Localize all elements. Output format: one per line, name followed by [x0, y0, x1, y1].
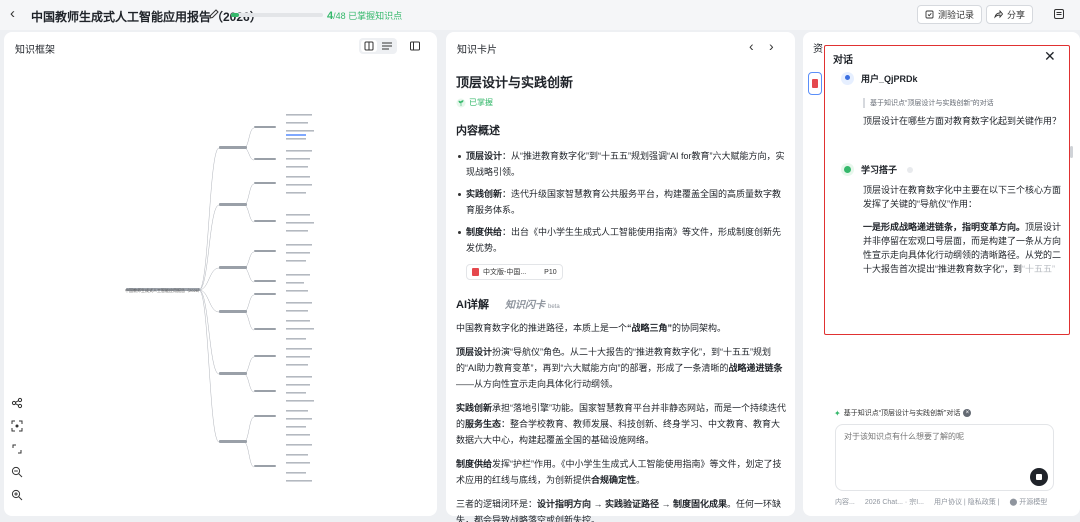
- list-item: 制度供给：出台《中小学生生成式人工智能使用指南》等文件，形成制度创新先发优势。: [458, 224, 786, 256]
- edit-icon[interactable]: [208, 8, 220, 20]
- next-card-icon[interactable]: ›: [769, 38, 774, 54]
- context-quote: 基于知识点“顶层设计与实践创新”的对话: [863, 98, 994, 108]
- bot-avatar: [841, 163, 854, 176]
- bot-name: 学习搭子: [861, 165, 898, 175]
- stop-generation-button[interactable]: [1030, 468, 1048, 486]
- chat-input-box: [835, 424, 1054, 491]
- panel-title: 知识框架: [15, 45, 55, 56]
- ai-paragraph: 实践创新承担“落地引擎”功能。国家智慧教育平台并非静态网站，而是一个持续迭代的服…: [456, 403, 787, 445]
- mastery-progress-text: 4/48 已掌握知识点: [327, 10, 403, 22]
- user-name: 用户_QjPRDk: [861, 74, 918, 84]
- chat-input[interactable]: [844, 432, 1024, 441]
- ai-paragraph: 中国教育数字化的推进路径，本质上是一个“战略三角”的协同架构。: [456, 323, 727, 333]
- mastery-progress-bar: [231, 13, 323, 17]
- close-icon[interactable]: ✕: [1044, 48, 1056, 65]
- tab-flash-cards[interactable]: 知识闪卡: [505, 296, 545, 311]
- list-item: 顶层设计：从“推进教育数字化”到“十五五”规划强调“AI for教育”六大赋能方…: [458, 148, 786, 180]
- view-mindmap-button[interactable]: [361, 40, 377, 52]
- github-link[interactable]: ⬤ 开源模型: [1009, 497, 1047, 507]
- sparkle-icon: ✦: [834, 408, 841, 418]
- card-title: 顶层设计与实践创新: [456, 75, 574, 90]
- chat-title: 对话: [833, 55, 853, 66]
- test-record-button[interactable]: 测验记录: [917, 5, 983, 24]
- card-content: 顶层设计与实践创新 已掌握 内容概述 顶层设计：从“推进教育数字化”到“十五五”…: [456, 68, 786, 522]
- knowledge-framework-panel: 知识框架 中国教师生成式人工智能应用报告（2026）: [4, 32, 437, 516]
- tab-ai-explain[interactable]: AI详解: [456, 296, 489, 312]
- source-reference-chip[interactable]: 中文版-中国... P10: [466, 264, 563, 280]
- prev-card-icon[interactable]: ‹: [749, 38, 754, 54]
- share-icon: [994, 10, 1003, 19]
- reset-view-icon[interactable]: [11, 443, 23, 455]
- document-title: 中国教师生成式人工智能应用报告（2026）: [31, 10, 262, 24]
- chat-dialog: 对话 ✕ 用户_QjPRDk 基于知识点“顶层设计与实践创新”的对话 顶层设计在…: [824, 45, 1070, 335]
- user-message-header: 用户_QjPRDk: [841, 72, 918, 85]
- panel-title: 资: [813, 44, 823, 55]
- mastery-progress-fill: [231, 13, 239, 17]
- back-arrow-icon[interactable]: ‹: [10, 6, 24, 21]
- top-bar: ‹ 中国教师生成式人工智能应用报告（2026） 4/48 已掌握知识点 测验记录…: [0, 0, 1080, 30]
- pdf-icon: [812, 79, 818, 88]
- ai-paragraph: 三者的逻辑闭环是：设计指明方向 → 实践验证路径 → 制度固化成果。任何一环缺失…: [456, 499, 782, 522]
- notes-icon[interactable]: [1053, 8, 1065, 20]
- overview-list: 顶层设计：从“推进教育数字化”到“十五五”规划强调“AI for教育”六大赋能方…: [456, 148, 786, 256]
- mastered-badge: 已掌握: [456, 97, 786, 108]
- fit-view-icon[interactable]: [11, 420, 23, 432]
- view-toggle: [359, 38, 397, 54]
- detail-tabs: AI详解 知识闪卡 beta: [456, 296, 786, 312]
- collapse-panel-icon[interactable]: [409, 40, 421, 52]
- ai-paragraph: 制度供给发挥“护栏”作用。《中小学生生成式人工智能使用指南》等文件，划定了技术应…: [456, 459, 782, 485]
- chat-context-tag: ✦ 基于知识点“顶层设计与实践创新”对话 ×: [834, 408, 972, 418]
- pdf-icon: [472, 268, 479, 276]
- remove-context-icon[interactable]: ×: [963, 409, 972, 417]
- list-item: 实践创新：迭代升级国家智慧教育公共服务平台，构建覆盖全国的高质量数字教育服务体系…: [458, 186, 786, 218]
- user-message: 顶层设计在哪些方面对教育数字化起到关键作用？: [863, 116, 1062, 126]
- knowledge-card-panel: 知识卡片 ‹ › 顶层设计与实践创新 已掌握 内容概述 顶层设计：从“推进教育数…: [446, 32, 795, 522]
- share-button[interactable]: 分享: [986, 5, 1034, 24]
- beta-badge: beta: [548, 304, 560, 310]
- sprout-icon: [456, 98, 466, 107]
- panel-title: 知识卡片: [457, 45, 497, 56]
- bot-message-header: 学习搭子: [841, 163, 914, 176]
- zoom-in-icon[interactable]: [11, 489, 23, 501]
- typing-indicator-icon: [907, 166, 914, 173]
- mindmap-view-icon: [364, 41, 374, 51]
- resource-file-button[interactable]: [808, 72, 822, 95]
- user-avatar: [841, 72, 854, 85]
- list-view-icon[interactable]: [381, 41, 393, 51]
- mindmap-toolbar: [11, 397, 27, 512]
- footer: 内容... 2026 Chat... · 宗I... 用户协议 | 隐私政策 |…: [835, 497, 1048, 507]
- mindmap-root-node[interactable]: 中国教师生成式人工智能应用报告（2026）: [125, 288, 202, 294]
- bot-message: 顶层设计在教育数字化中主要在以下三个核心方面发挥了关键的“导航仪”作用： 一是形…: [863, 185, 1062, 274]
- ai-paragraph: 顶层设计扮演“导航仪”角色。从二十大报告的“推进教育数字化”，到“十五五”规划的…: [456, 347, 783, 389]
- overview-heading: 内容概述: [456, 125, 500, 137]
- scrollbar[interactable]: [1070, 146, 1073, 158]
- clipboard-icon: [925, 10, 934, 19]
- zoom-out-icon[interactable]: [11, 466, 23, 478]
- share-nodes-icon[interactable]: [11, 397, 23, 409]
